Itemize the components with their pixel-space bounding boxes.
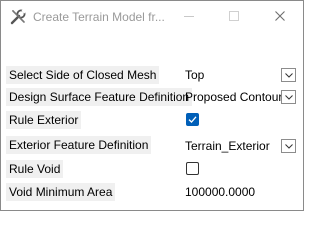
wrench-pencil-icon [9,8,27,26]
select-side-dropdown[interactable] [281,68,296,82]
select-side-value[interactable]: Top [185,66,204,84]
maximize-button[interactable] [211,1,257,32]
select-side-label: Select Side of Closed Mesh [6,66,160,84]
rule-void-checkbox[interactable] [186,162,199,175]
exterior-feature-dropdown[interactable] [281,139,296,153]
rule-exterior-checkbox[interactable] [186,113,199,126]
dialog-window: Create Terrain Model fr... Select Side o… [0,0,304,211]
checkmark-icon [188,116,197,123]
close-button[interactable] [257,1,303,32]
title-bar[interactable]: Create Terrain Model fr... [1,1,303,32]
maximize-icon [229,11,239,21]
void-minimum-area-label: Void Minimum Area [6,183,116,201]
exterior-feature-label: Exterior Feature Definition [6,136,152,154]
design-surface-dropdown[interactable] [281,90,296,104]
minimize-button[interactable] [166,1,212,32]
chevron-down-icon [285,144,293,149]
void-minimum-area-input[interactable] [181,183,297,201]
rule-void-label: Rule Void [6,160,64,178]
minimize-icon [184,16,194,17]
design-surface-label: Design Surface Feature Definition [6,88,193,106]
chevron-down-icon [285,73,293,78]
exterior-feature-value[interactable]: Terrain_Exterior [185,137,270,155]
rule-exterior-label: Rule Exterior [6,111,82,129]
window-title: Create Terrain Model fr... [33,10,165,24]
close-icon [275,11,285,21]
chevron-down-icon [285,95,293,100]
design-surface-value[interactable]: Proposed Contours [185,88,288,106]
dialog-content: Select Side of Closed Mesh Top Design Su… [1,32,303,210]
